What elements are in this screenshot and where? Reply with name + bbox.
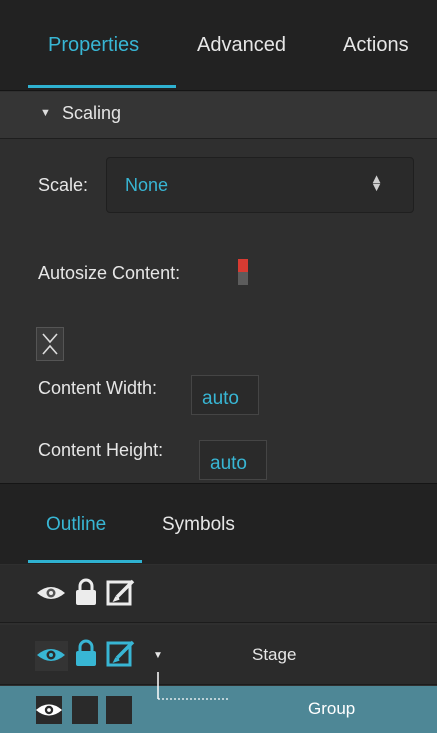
tab-symbols[interactable]: Symbols [162,513,235,537]
scale-select-value: None [125,175,169,195]
scaling-section-header[interactable]: ▼ Scaling [0,92,437,139]
tab-advanced[interactable]: Advanced [197,33,286,57]
eye-icon[interactable] [36,584,66,602]
outline-tab-bar: Outline Symbols [0,483,437,564]
properties-panel: Properties Advanced Actions ▼ Scaling Sc… [0,0,437,733]
section-title: Scaling [62,103,122,123]
collapse-expand-button[interactable] [36,327,64,361]
collapse-triangle-icon[interactable]: ▼ [40,107,51,119]
active-outline-tab-indicator [28,560,142,563]
stage-eye-icon[interactable] [36,646,66,664]
autosize-label: Autosize Content: [38,263,181,283]
content-height-label: Content Height: [38,440,164,460]
content-width-label: Content Width: [38,378,158,398]
content-width-value: auto [202,388,239,409]
tab-properties[interactable]: Properties [48,33,139,57]
scale-label: Scale: [38,175,89,195]
collapse-chevrons-icon [42,333,58,355]
toggle-on-segment [238,259,248,272]
content-width-input[interactable]: auto [191,375,259,415]
content-height-input[interactable]: auto [199,440,267,480]
top-tab-bar: Properties Advanced Actions [0,0,437,91]
group-lock-toggle[interactable] [72,696,98,724]
content-height-value: auto [210,453,247,474]
tree-item-label: Group [308,699,356,718]
lock-icon[interactable] [74,578,98,606]
group-eye-icon [35,704,63,716]
group-eye-toggle[interactable] [35,696,63,724]
autosize-toggle[interactable] [238,259,248,285]
edit-icon[interactable] [106,578,136,608]
tab-outline[interactable]: Outline [46,513,106,537]
stage-lock-icon[interactable] [74,639,98,667]
outline-row-group[interactable]: Group [0,672,437,733]
tab-actions[interactable]: Actions [343,33,409,57]
select-arrows-icon: ▲ ▼ [370,171,383,194]
tree-connector-line [157,672,230,700]
tree-item-label: Stage [252,645,297,664]
active-tab-indicator [28,85,176,88]
stage-edit-icon[interactable] [106,639,136,669]
group-edit-toggle[interactable] [106,696,132,724]
stage-expand-triangle-icon[interactable]: ▼ [153,650,163,661]
scale-select[interactable]: None ▲ ▼ [106,157,414,213]
outline-column-header [0,565,437,623]
toggle-off-segment [238,272,248,285]
